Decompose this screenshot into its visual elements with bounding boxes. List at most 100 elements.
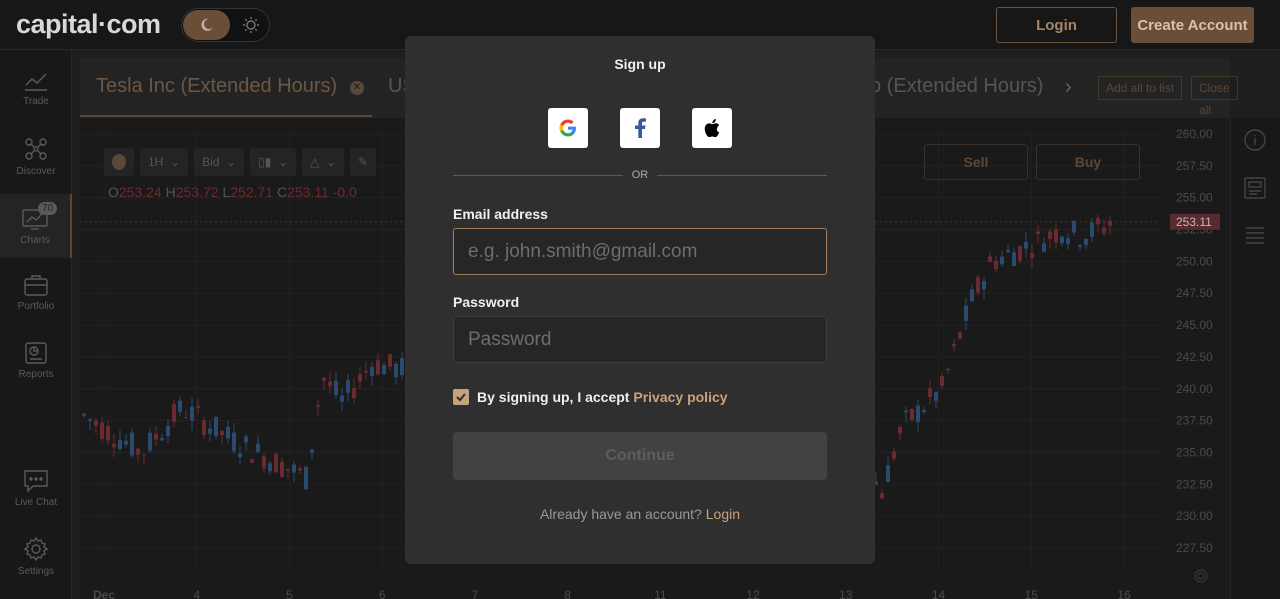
x-tick-label: 15 (1025, 588, 1039, 599)
y-tick-label: 260.00 (1176, 127, 1213, 141)
x-tick-label: 5 (286, 588, 293, 599)
sidebar-item-label: Portfolio (17, 300, 55, 312)
candle-body (250, 459, 254, 463)
theme-toggle[interactable] (181, 8, 270, 42)
settings-icon (23, 536, 49, 561)
continue-button[interactable]: Continue (453, 432, 827, 480)
candle-body (226, 426, 230, 439)
logo[interactable]: capital·com (16, 9, 161, 40)
candle-body (328, 381, 332, 387)
privacy-policy-link[interactable]: Privacy policy (633, 389, 727, 405)
candle-body (316, 404, 320, 407)
candle-body (1078, 245, 1082, 247)
tab-tesla[interactable]: Tesla Inc (Extended Hours) (96, 75, 337, 98)
x-tick-label: 13 (839, 588, 853, 599)
y-tick-label: 257.50 (1176, 159, 1213, 173)
sidebar-item-settings[interactable]: Settings (0, 524, 72, 588)
interval-value: 1H (148, 155, 164, 169)
candle-body (280, 461, 284, 477)
candle-body (910, 408, 914, 420)
sidebar-item-reports[interactable]: Reports (0, 328, 72, 392)
candle-body (394, 363, 398, 378)
candle-body (1006, 250, 1010, 253)
google-signin-button[interactable] (548, 108, 588, 148)
candle-body (1102, 227, 1106, 234)
moon-icon[interactable] (183, 10, 230, 40)
y-tick-label: 242.50 (1176, 350, 1213, 364)
buy-button[interactable]: Buy (1036, 144, 1140, 180)
candle-body (376, 360, 380, 375)
candle-body (1096, 218, 1100, 225)
high-value: 253.72 (175, 184, 219, 200)
sidebar-item-label: Trade (23, 95, 49, 107)
sun-icon[interactable] (234, 10, 268, 40)
consent-checkbox[interactable] (453, 389, 469, 405)
header-login-button[interactable]: Login (996, 7, 1117, 43)
password-field[interactable] (453, 316, 827, 363)
order-book-icon[interactable] (1243, 224, 1267, 248)
candle-body (268, 463, 272, 472)
candle-body (892, 451, 896, 459)
sidebar-item-label: Live Chat (14, 496, 58, 508)
checkmark-icon[interactable] (104, 148, 134, 176)
candle-body (334, 380, 338, 396)
y-tick-label: 250.00 (1176, 254, 1213, 268)
news-icon[interactable] (1243, 176, 1267, 200)
candle-body (322, 377, 326, 381)
candle-body (160, 437, 164, 441)
x-tick-label: 12 (746, 588, 760, 599)
candle-body (304, 466, 308, 490)
info-icon[interactable] (1243, 128, 1267, 152)
candle-body (124, 440, 128, 445)
add-all-to-list-button[interactable]: Add all to list (1098, 76, 1183, 100)
candle-type-icon[interactable]: ▯▮ ⌄ (250, 148, 297, 176)
candle-body (970, 289, 974, 302)
candle-body (262, 456, 266, 469)
sidebar-item-charts[interactable]: 70 Charts (0, 194, 72, 258)
candle-body (958, 332, 962, 339)
candle-body (946, 369, 950, 371)
consent-text: By signing up, I accept Privacy policy (477, 389, 728, 405)
pencil-icon[interactable]: ✎ (350, 148, 377, 176)
low-value: 252.71 (230, 184, 274, 200)
settings-icon[interactable] (1193, 568, 1209, 584)
sidebar-item-portfolio[interactable]: Portfolio (0, 260, 72, 324)
create-account-button[interactable]: Create Account (1131, 7, 1254, 43)
discover-icon (25, 137, 47, 160)
sidebar-item-label: Charts (20, 234, 50, 246)
close-icon[interactable]: ✕ (350, 81, 364, 95)
email-field[interactable] (453, 228, 827, 275)
candle-body (190, 406, 194, 421)
drawing-tools-icon[interactable]: △ ⌄ (302, 148, 345, 176)
close-all-button[interactable]: Close all (1191, 76, 1238, 117)
chevron-right-icon[interactable]: › (1065, 76, 1072, 99)
candle-body (298, 468, 302, 471)
candle-body (352, 387, 356, 399)
candle-body (1084, 239, 1088, 246)
candle-body (1060, 236, 1064, 244)
chat-icon (24, 469, 48, 493)
y-tick-label: 227.50 (1176, 541, 1213, 555)
candle-body (358, 374, 362, 382)
candle-body (310, 449, 314, 453)
y-tick-label: 247.50 (1176, 286, 1213, 300)
apple-signin-button[interactable] (692, 108, 732, 148)
candle-body (916, 405, 920, 422)
facebook-signin-button[interactable] (620, 108, 660, 148)
trade-icon (25, 72, 47, 91)
sidebar-item-trade[interactable]: Trade (0, 56, 72, 120)
interval-select[interactable]: 1H ⌄ (140, 148, 189, 176)
modal-title: Sign up (614, 56, 666, 72)
charts-badge: 70 (38, 202, 58, 215)
sell-button[interactable]: Sell (924, 144, 1028, 180)
sidebar-item-live-chat[interactable]: Live Chat (0, 456, 72, 520)
sidebar-item-discover[interactable]: Discover (0, 124, 72, 188)
chart-side-tools (1194, 118, 1280, 599)
candle-body (148, 432, 152, 451)
tab-third[interactable]: p (Extended Hours) (870, 75, 1043, 98)
candle-body (964, 305, 968, 321)
price-type-select[interactable]: Bid ⌄ (194, 148, 245, 176)
x-tick-label: 4 (193, 588, 200, 599)
modal-login-link[interactable]: Login (706, 506, 740, 522)
candle-body (388, 354, 392, 367)
